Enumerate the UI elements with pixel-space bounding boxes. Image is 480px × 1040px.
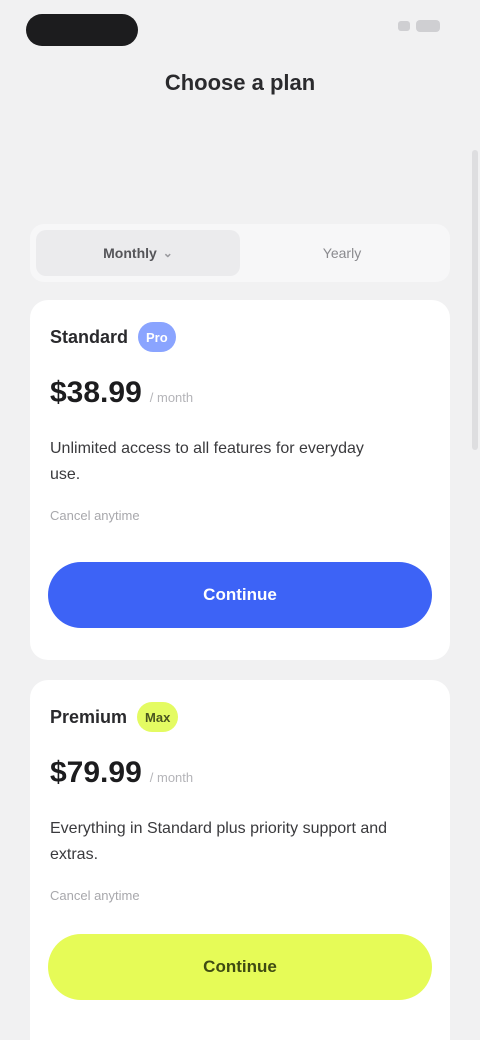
plan-name-row: Premium Max (50, 702, 179, 732)
plan-selection-screen: Choose a plan Monthly ⌄ Yearly Standard … (0, 0, 480, 1040)
tab-yearly-label: Yearly (322, 245, 362, 261)
page-title: Choose a plan (164, 70, 316, 95)
price-row: $38.99 / month (50, 376, 193, 410)
plan-period: / month (149, 390, 194, 405)
plan-period: / month (149, 770, 194, 785)
tab-yearly[interactable]: Yearly (240, 230, 444, 276)
plan-card-premium: Premium Max $79.99 / month Everything in… (30, 680, 450, 1040)
plan-card-standard: Standard Pro $38.99 / month Unlimited ac… (30, 300, 450, 660)
plan-badge: Pro (138, 322, 176, 352)
chevron-down-icon: ⌄ (162, 246, 173, 260)
status-time-pill (26, 14, 138, 46)
plan-badge: Max (137, 702, 179, 732)
tab-monthly-label: Monthly (103, 245, 157, 261)
tab-monthly[interactable]: Monthly ⌄ (36, 230, 240, 276)
billing-period-tabs: Monthly ⌄ Yearly (30, 224, 450, 282)
plan-price: $79.99 (50, 756, 142, 789)
plan-description: Everything in Standard plus priority sup… (50, 820, 388, 863)
continue-premium-button[interactable]: Continue (48, 934, 432, 1000)
continue-standard-button[interactable]: Continue (48, 562, 432, 628)
plan-note: Cancel anytime (50, 508, 140, 523)
plan-description: Unlimited access to all features for eve… (50, 440, 364, 483)
status-icons (398, 20, 440, 32)
plan-price: $38.99 (50, 376, 142, 409)
plan-note: Cancel anytime (50, 888, 140, 903)
battery-icon (416, 20, 440, 32)
plan-name: Standard (50, 326, 129, 347)
scrollbar[interactable] (472, 150, 478, 450)
signal-icon (398, 21, 410, 31)
price-row: $79.99 / month (50, 756, 193, 790)
plan-name-row: Standard Pro (50, 322, 176, 352)
plan-name: Premium (50, 706, 128, 727)
